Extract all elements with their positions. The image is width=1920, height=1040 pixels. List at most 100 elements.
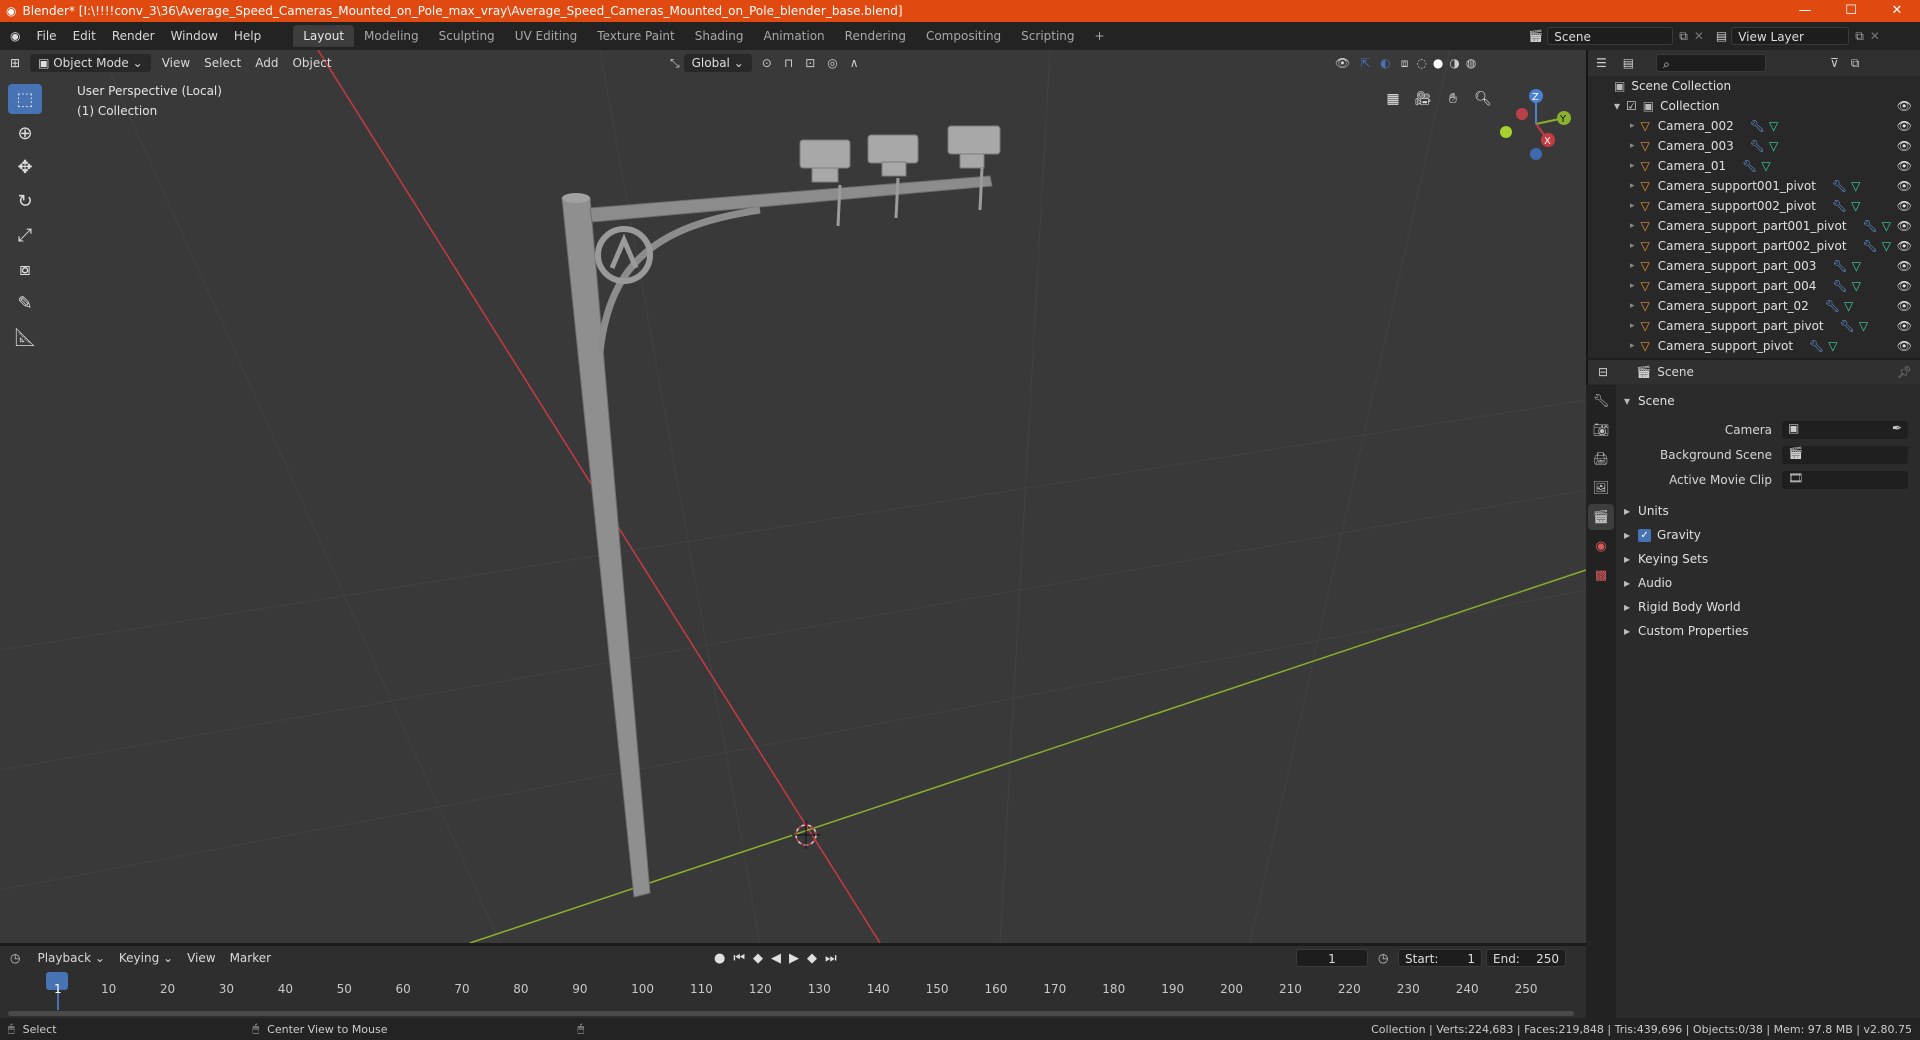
outliner-scene-collection[interactable]: ▣ Scene Collection <box>1588 76 1920 96</box>
remove-view-layer-icon[interactable]: ✕ <box>1870 29 1880 43</box>
add-workspace-button[interactable]: + <box>1085 25 1115 47</box>
solid-shading-icon[interactable]: ● <box>1433 56 1443 70</box>
pin-icon[interactable]: 📌︎ <box>1897 365 1912 379</box>
new-collection-icon[interactable]: ⧉ <box>1851 56 1860 71</box>
new-view-layer-icon[interactable]: ⧉ <box>1855 29 1864 44</box>
expand-arrow-icon[interactable]: ▸ <box>1630 341 1635 351</box>
3d-cursor[interactable] <box>792 821 820 849</box>
object-menu[interactable]: Object <box>285 56 338 70</box>
collection-checkbox[interactable]: ☑ <box>1626 99 1637 113</box>
menu-file[interactable]: File <box>28 29 64 43</box>
outliner-object-row[interactable]: ▸ ▽ Camera_support002_pivot 🔧︎ ▽ 👁︎ <box>1588 196 1920 216</box>
eye-icon[interactable]: 👁︎ <box>1897 139 1912 153</box>
eye-icon[interactable]: 👁︎ <box>1897 339 1912 353</box>
current-frame-field[interactable]: 1 <box>1296 949 1368 967</box>
axis-gizmo[interactable]: Z Y X <box>1492 84 1582 164</box>
material-shading-icon[interactable]: ◑ <box>1449 56 1459 70</box>
mesh-data-icon[interactable]: ▽ <box>1761 159 1770 173</box>
expand-arrow-icon[interactable]: ▸ <box>1630 301 1635 311</box>
modifier-icon[interactable]: 🔧︎ <box>1840 319 1855 333</box>
display-mode-icon[interactable]: ▤ <box>1623 56 1634 70</box>
new-scene-icon[interactable]: ⧉ <box>1679 29 1688 44</box>
pivot-icon[interactable]: ⊙ <box>762 56 772 70</box>
eye-icon[interactable]: 👁︎ <box>1897 119 1912 133</box>
timeline-scrollbar[interactable] <box>8 1011 1574 1016</box>
neg-z-axis-icon[interactable] <box>1530 148 1542 160</box>
expand-arrow-icon[interactable]: ▸ <box>1630 321 1635 331</box>
scene-selector[interactable]: Scene <box>1547 27 1674 45</box>
falloff-icon[interactable]: ∧ <box>850 56 859 70</box>
transform-tool-icon[interactable]: ⧇ <box>8 254 42 284</box>
tool-props-icon[interactable]: 🔧︎ <box>1588 388 1614 414</box>
pole-model[interactable] <box>561 125 1001 898</box>
3d-viewport[interactable] <box>0 50 1586 943</box>
outliner-object-row[interactable]: ▸ ▽ Camera_support_part_pivot 🔧︎ ▽ 👁︎ <box>1588 316 1920 336</box>
eye-icon[interactable]: 👁︎ <box>1897 179 1912 193</box>
view-layer-selector[interactable]: View Layer <box>1731 27 1850 45</box>
rendered-shading-icon[interactable]: ◍ <box>1466 56 1476 70</box>
select-menu[interactable]: Select <box>197 56 248 70</box>
tab-compositing[interactable]: Compositing <box>916 25 1011 47</box>
expand-arrow-icon[interactable]: ▸ <box>1630 161 1635 171</box>
modifier-icon[interactable]: 🔧︎ <box>1832 179 1847 193</box>
expand-arrow-icon[interactable]: ▸ <box>1630 281 1635 291</box>
render-props-icon[interactable]: 📷︎ <box>1588 417 1614 443</box>
playback-menu[interactable]: Playback ⌄ <box>30 951 111 965</box>
gravity-checkbox[interactable]: ✓ <box>1638 528 1652 542</box>
outliner-object-row[interactable]: ▸ ▽ Camera_support_part_003 🔧︎ ▽ 👁︎ <box>1588 256 1920 276</box>
cursor-tool-icon[interactable]: ⊕ <box>8 118 42 148</box>
modifier-icon[interactable]: 🔧︎ <box>1750 119 1765 133</box>
expand-arrow-icon[interactable]: ▸ <box>1630 141 1635 151</box>
menu-help[interactable]: Help <box>226 29 269 43</box>
mesh-data-icon[interactable]: ▽ <box>1769 139 1778 153</box>
mesh-data-icon[interactable]: ▽ <box>1852 279 1861 293</box>
xray-icon[interactable]: ⧈ <box>1401 56 1409 71</box>
neg-y-axis-icon[interactable] <box>1500 126 1512 138</box>
eye-icon[interactable]: 👁︎ <box>1897 279 1912 293</box>
texture-props-icon[interactable]: ▩ <box>1588 562 1614 588</box>
mode-dropdown[interactable]: ▣ Object Mode ⌄ <box>30 54 151 72</box>
toggle-ortho-icon[interactable]: ▦ <box>1380 86 1406 112</box>
expand-arrow-icon[interactable]: ▸ <box>1630 121 1635 131</box>
tab-scripting[interactable]: Scripting <box>1011 25 1084 47</box>
outliner-collection-row[interactable]: ▾ ☑ ▣ Collection 👁︎ <box>1588 96 1920 116</box>
tab-sculpting[interactable]: Sculpting <box>429 25 505 47</box>
visibility-icon[interactable]: 👁︎ <box>1335 56 1350 70</box>
tab-shading[interactable]: Shading <box>685 25 754 47</box>
jump-end-icon[interactable]: ⏭ <box>825 951 837 966</box>
eye-icon[interactable]: 👁︎ <box>1897 299 1912 313</box>
maximize-button[interactable]: ☐ <box>1828 0 1874 22</box>
scene-props-icon[interactable]: 🎬︎ <box>1588 504 1614 530</box>
jump-start-icon[interactable]: ⏮ <box>733 951 745 966</box>
menu-edit[interactable]: Edit <box>65 29 104 43</box>
mesh-data-icon[interactable]: ▽ <box>1844 299 1853 313</box>
menu-window[interactable]: Window <box>163 29 226 43</box>
outliner-object-row[interactable]: ▸ ▽ Camera_003 🔧︎ ▽ 👁︎ <box>1588 136 1920 156</box>
outliner-object-row[interactable]: ▸ ▽ Camera_support_part_004 🔧︎ ▽ 👁︎ <box>1588 276 1920 296</box>
tab-texture-paint[interactable]: Texture Paint <box>587 25 684 47</box>
eye-icon[interactable]: 👁︎ <box>1897 99 1912 113</box>
play-reverse-icon[interactable]: ◀ <box>771 951 781 966</box>
camera-view-icon[interactable]: 🎥︎ <box>1410 86 1436 112</box>
modifier-icon[interactable]: 🔧︎ <box>1832 279 1847 293</box>
timeline-editor-icon[interactable]: ◷ <box>10 951 20 965</box>
outliner-object-row[interactable]: ▸ ▽ Camera_01 🔧︎ ▽ 👁︎ <box>1588 156 1920 176</box>
modifier-icon[interactable]: 🔧︎ <box>1863 239 1878 253</box>
start-frame-field[interactable]: Start: 1 <box>1398 949 1482 967</box>
snap-icon[interactable]: ⊓ <box>784 56 793 70</box>
end-frame-field[interactable]: End: 250 <box>1486 949 1566 967</box>
close-button[interactable]: ✕ <box>1874 0 1920 22</box>
remove-scene-icon[interactable]: ✕ <box>1694 29 1704 43</box>
eye-icon[interactable]: 👁︎ <box>1897 199 1912 213</box>
active-movie-clip-field[interactable]: 🎞︎ <box>1782 471 1908 489</box>
move-tool-icon[interactable]: ✥ <box>8 152 42 182</box>
mesh-data-icon[interactable]: ▽ <box>1852 259 1861 273</box>
expand-arrow-icon[interactable]: ▸ <box>1630 241 1635 251</box>
overlay-icon[interactable]: ◐ <box>1380 56 1390 70</box>
expand-arrow-icon[interactable]: ▸ <box>1630 221 1635 231</box>
tab-animation[interactable]: Animation <box>753 25 834 47</box>
editor-type-icon[interactable]: ⊞ <box>10 56 20 70</box>
snap-target-icon[interactable]: ⊡ <box>805 56 815 70</box>
eye-icon[interactable]: 👁︎ <box>1897 159 1912 173</box>
gizmo-icon[interactable]: ⇱ <box>1360 56 1370 70</box>
